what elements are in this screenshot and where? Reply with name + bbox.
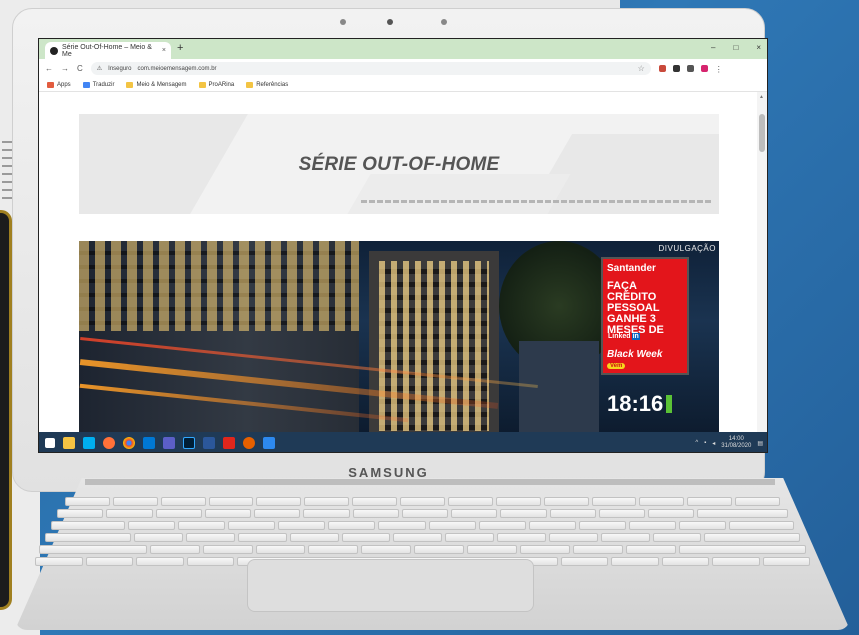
acrobat-icon[interactable] <box>223 437 235 449</box>
file-explorer-icon[interactable] <box>63 437 75 449</box>
translate-icon <box>82 81 90 88</box>
tab-favicon-icon <box>50 46 58 55</box>
extension-icon[interactable] <box>658 65 666 72</box>
skype-icon[interactable] <box>83 437 95 449</box>
maximize-button[interactable]: □ <box>733 43 738 52</box>
vem-badge: Vem <box>607 363 687 369</box>
phone-edge <box>0 210 12 610</box>
bookmark-proarina[interactable]: ProARina <box>198 81 234 88</box>
windows-taskbar: ^ ▪ ◂ 14:00 31/08/2020 ▤ <box>39 432 767 452</box>
teams-icon[interactable] <box>163 437 175 449</box>
system-tray: ^ ▪ ◂ 14:00 31/08/2020 ▤ <box>695 436 763 450</box>
laptop-hinge <box>85 479 775 485</box>
outlook-icon[interactable] <box>143 437 155 449</box>
network-icon[interactable]: ▪ <box>704 440 706 446</box>
bookmarks-bar: Apps Traduzir Meio & Mensagem ProARina R… <box>39 78 767 92</box>
forward-button[interactable]: → <box>61 64 69 73</box>
clock-date[interactable]: 14:00 31/08/2020 <box>721 436 751 450</box>
close-window-button[interactable]: × <box>756 43 761 52</box>
apps-grid-icon <box>47 81 54 88</box>
folder-icon <box>246 81 254 88</box>
billboard: Santander FAÇA CRÉDITO PESSOAL GANHE 3 M… <box>601 257 689 375</box>
warning-icon: ⚠ <box>96 66 103 72</box>
chrome-icon[interactable] <box>123 437 135 449</box>
notification-icon[interactable]: ▤ <box>757 440 763 447</box>
laptop-screen: Série Out-Of-Home – Meio & Me × + – □ × … <box>38 38 768 453</box>
media-icon[interactable] <box>686 65 694 72</box>
firefox-icon[interactable] <box>243 437 255 449</box>
bookmark-star-icon[interactable]: ☆ <box>638 64 645 73</box>
browser-toolbar: ← → C ⚠ Inseguro com.meioemensagem.com.b… <box>39 59 767 78</box>
photos-icon[interactable] <box>263 437 275 449</box>
page-title: SÉRIE OUT-OF-HOME <box>298 154 500 175</box>
reload-button[interactable]: C <box>77 64 83 73</box>
tab-close-icon[interactable]: × <box>162 47 166 54</box>
browser-tabstrip: Série Out-Of-Home – Meio & Me × + – □ × <box>39 39 767 59</box>
photoshop-icon[interactable] <box>183 437 195 449</box>
menu-kebab-icon[interactable]: ⋮ <box>715 65 723 74</box>
profile-avatar[interactable] <box>700 65 708 72</box>
browser-tab[interactable]: Série Out-Of-Home – Meio & Me × <box>45 42 171 59</box>
billboard-clock: 18:16 <box>607 391 673 417</box>
tray-date: 31/08/2020 <box>721 443 752 449</box>
black-week-label: Black Week <box>607 349 663 360</box>
article-photo: DIVULGAÇÃO Santander FAÇA CRÉDITO PESSOA… <box>79 241 719 432</box>
tab-title: Série Out-Of-Home – Meio & Me <box>62 43 152 58</box>
bookmark-apps[interactable]: Apps <box>47 81 71 88</box>
tray-time: 14:00 <box>728 436 744 442</box>
linkedin-logo: Linked in <box>608 333 640 340</box>
building <box>79 241 359 432</box>
bookmark-meio-mensagem[interactable]: Meio & Mensagem <box>126 81 187 88</box>
word-icon[interactable] <box>203 437 215 449</box>
web-page: SÉRIE OUT-OF-HOME DIVULGAÇÃO Santander F… <box>39 92 759 432</box>
url-security-label: Inseguro <box>108 65 132 72</box>
window-controls: – □ × <box>711 43 761 52</box>
firefox-icon[interactable] <box>103 437 115 449</box>
keyboard <box>35 497 810 566</box>
laptop-lid: Série Out-Of-Home – Meio & Me × + – □ × … <box>12 8 768 492</box>
url-text: com.meioemensagem.com.br <box>137 65 217 72</box>
volume-icon[interactable]: ◂ <box>712 440 715 447</box>
webcam-dot <box>441 19 447 25</box>
new-tab-button[interactable]: + <box>177 42 183 54</box>
hero-banner: SÉRIE OUT-OF-HOME <box>79 114 719 214</box>
chevron-up-icon[interactable]: ^ <box>695 440 698 446</box>
battery-icon <box>666 395 673 413</box>
folder-icon <box>198 81 206 88</box>
minimize-button[interactable]: – <box>711 43 715 52</box>
scroll-up-icon[interactable]: ▲ <box>759 94 764 100</box>
puzzle-icon[interactable] <box>672 65 680 72</box>
bookmark-translate[interactable]: Traduzir <box>82 81 114 88</box>
back-button[interactable]: ← <box>45 64 53 73</box>
photo-credit: DIVULGAÇÃO <box>658 244 716 253</box>
billboard-headline: FAÇA CRÉDITO PESSOAL GANHE 3 MESES DE <box>607 280 664 336</box>
folder-icon <box>126 81 134 88</box>
page-scrollbar[interactable]: ▲ <box>757 92 767 432</box>
webcam-icon <box>387 19 393 25</box>
address-bar[interactable]: ⚠ Inseguro com.meioemensagem.com.br ☆ <box>90 62 651 75</box>
subtitle-line <box>361 200 711 203</box>
santander-logo: Santander <box>607 263 656 274</box>
bookmark-referencias[interactable]: Referências <box>246 81 288 88</box>
touchpad[interactable] <box>247 559 534 612</box>
webcam-dot <box>340 19 346 25</box>
extensions-area: ⋮ <box>658 65 723 74</box>
windows-start-icon[interactable] <box>45 438 55 448</box>
scrollbar-thumb[interactable] <box>759 114 765 152</box>
laptop-brand-logo: SAMSUNG <box>348 465 429 480</box>
